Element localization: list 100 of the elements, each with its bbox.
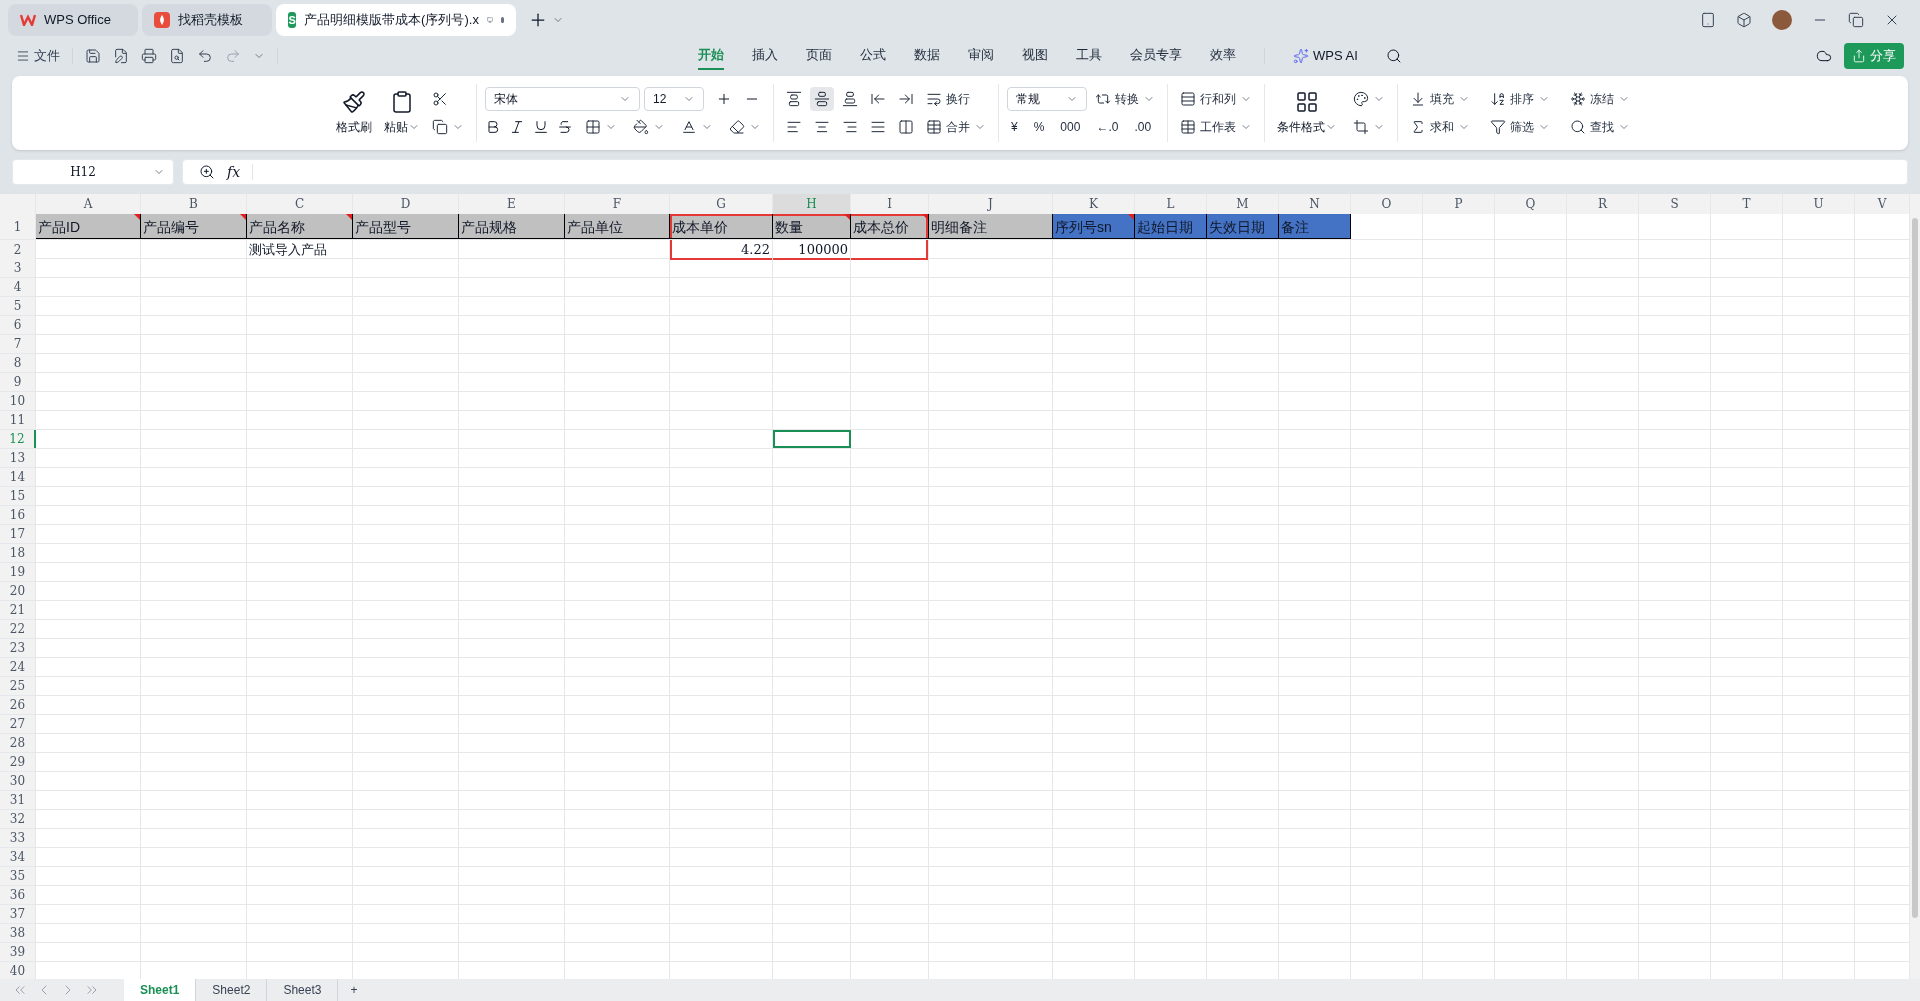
tablet-icon[interactable]: [1700, 12, 1716, 28]
row-header[interactable]: 35: [0, 867, 36, 885]
row-header[interactable]: 9: [0, 373, 36, 391]
wrap-button[interactable]: 换行: [922, 87, 974, 111]
align-middle-button[interactable]: [810, 87, 834, 111]
row-header[interactable]: 6: [0, 316, 36, 334]
decrease-decimal-button[interactable]: .00: [1130, 115, 1156, 139]
row-header[interactable]: 15: [0, 487, 36, 505]
name-box[interactable]: H12: [12, 159, 174, 185]
font-size-select[interactable]: 12: [644, 87, 704, 111]
row-header[interactable]: 19: [0, 563, 36, 581]
row-header[interactable]: 33: [0, 829, 36, 847]
increase-font-icon[interactable]: [716, 91, 732, 107]
row-header[interactable]: 23: [0, 639, 36, 657]
row-header[interactable]: 17: [0, 525, 36, 543]
ribbon-tab[interactable]: 页面: [806, 42, 832, 70]
share-button[interactable]: 分享: [1844, 43, 1904, 69]
fill-button[interactable]: 填充: [1406, 87, 1474, 111]
worksheet-button[interactable]: 工作表: [1176, 115, 1256, 139]
row-header[interactable]: 37: [0, 905, 36, 923]
filter-button[interactable]: 筛选: [1486, 115, 1554, 139]
ribbon-tab[interactable]: 数据: [914, 42, 940, 70]
search-icon[interactable]: [1385, 48, 1402, 64]
row-header[interactable]: 29: [0, 753, 36, 771]
zoom-icon[interactable]: [199, 164, 215, 180]
ribbon-tab[interactable]: 工具: [1076, 42, 1102, 70]
ribbon-tab[interactable]: 插入: [752, 42, 778, 70]
ribbon-tab[interactable]: 公式: [860, 42, 886, 70]
vertical-scrollbar[interactable]: [1910, 194, 1920, 979]
ribbon-tab[interactable]: 效率: [1210, 42, 1236, 70]
row-header[interactable]: 25: [0, 677, 36, 695]
undo-icon[interactable]: [197, 48, 213, 64]
column-header[interactable]: T: [1711, 194, 1783, 214]
row-header[interactable]: 8: [0, 354, 36, 372]
find-button[interactable]: 查找: [1566, 115, 1634, 139]
row-header[interactable]: 22: [0, 620, 36, 638]
row-header[interactable]: 16: [0, 506, 36, 524]
row-header[interactable]: 28: [0, 734, 36, 752]
row-header[interactable]: 13: [0, 449, 36, 467]
row-header[interactable]: 36: [0, 886, 36, 904]
rows-columns-button[interactable]: 行和列: [1176, 87, 1256, 111]
sort-button[interactable]: 排序: [1486, 87, 1554, 111]
row-header[interactable]: 3: [0, 259, 36, 277]
active-cell[interactable]: [773, 430, 851, 448]
italic-icon[interactable]: [509, 119, 525, 135]
print-icon[interactable]: [141, 48, 157, 64]
row-header[interactable]: 27: [0, 715, 36, 733]
strikethrough-icon[interactable]: [557, 119, 573, 135]
add-sheet-button[interactable]: +: [338, 981, 370, 999]
ribbon-tab[interactable]: 会员专享: [1130, 42, 1182, 70]
document-icon[interactable]: [113, 48, 129, 64]
paste-button[interactable]: 粘贴: [380, 90, 424, 136]
ribbon-tab[interactable]: 审阅: [968, 42, 994, 70]
row-header[interactable]: 10: [0, 392, 36, 410]
window-tab[interactable]: WPS Office: [8, 4, 138, 36]
row-header[interactable]: 12: [0, 430, 36, 448]
column-header[interactable]: P: [1423, 194, 1495, 214]
merge-button[interactable]: 合并: [922, 115, 990, 139]
bold-icon[interactable]: [485, 119, 501, 135]
column-header[interactable]: S: [1639, 194, 1711, 214]
row-header[interactable]: 39: [0, 943, 36, 961]
row-header[interactable]: 26: [0, 696, 36, 714]
print-preview-icon[interactable]: [169, 48, 185, 64]
column-header[interactable]: R: [1567, 194, 1639, 214]
number-format-select[interactable]: 常规: [1007, 87, 1087, 111]
ribbon-tab[interactable]: 视图: [1022, 42, 1048, 70]
row-header[interactable]: 32: [0, 810, 36, 828]
sheet-tab[interactable]: Sheet3: [267, 979, 339, 1001]
row-header[interactable]: 38: [0, 924, 36, 942]
window-tab[interactable]: 找稻壳模板: [142, 4, 272, 36]
row-header[interactable]: 40: [0, 962, 36, 979]
row-header[interactable]: 34: [0, 848, 36, 866]
row-header[interactable]: 7: [0, 335, 36, 353]
format-painter-button[interactable]: 格式刷: [332, 90, 376, 136]
increase-decimal-button[interactable]: ←.0: [1092, 115, 1123, 139]
cloud-icon[interactable]: [1816, 48, 1832, 64]
column-header[interactable]: U: [1783, 194, 1855, 214]
window-tab[interactable]: S 产品明细模版带成本(序列号).x: [276, 4, 516, 36]
percent-button[interactable]: %: [1029, 115, 1049, 139]
row-header[interactable]: 18: [0, 544, 36, 562]
file-menu[interactable]: 文件: [16, 46, 60, 66]
cube-icon[interactable]: [1736, 12, 1752, 28]
row-header[interactable]: 11: [0, 411, 36, 429]
convert-button[interactable]: 转换: [1091, 87, 1159, 111]
thousands-button[interactable]: 000: [1056, 115, 1085, 139]
underline-icon[interactable]: [533, 119, 549, 135]
row-header[interactable]: 2: [0, 240, 36, 260]
sheet-tab[interactable]: Sheet2: [196, 979, 268, 1001]
row-header[interactable]: 24: [0, 658, 36, 676]
save-icon[interactable]: [85, 48, 101, 64]
row-header[interactable]: 31: [0, 791, 36, 809]
row-header[interactable]: 21: [0, 601, 36, 619]
restore-icon[interactable]: [1848, 12, 1864, 28]
column-header[interactable]: Q: [1495, 194, 1567, 214]
conditional-format-button[interactable]: 条件格式: [1273, 90, 1341, 136]
ai-button[interactable]: WPS AI: [1293, 46, 1358, 66]
row-header[interactable]: 30: [0, 772, 36, 790]
freeze-button[interactable]: 冻结: [1566, 87, 1634, 111]
row-header[interactable]: 1: [0, 214, 36, 239]
row-header[interactable]: 20: [0, 582, 36, 600]
